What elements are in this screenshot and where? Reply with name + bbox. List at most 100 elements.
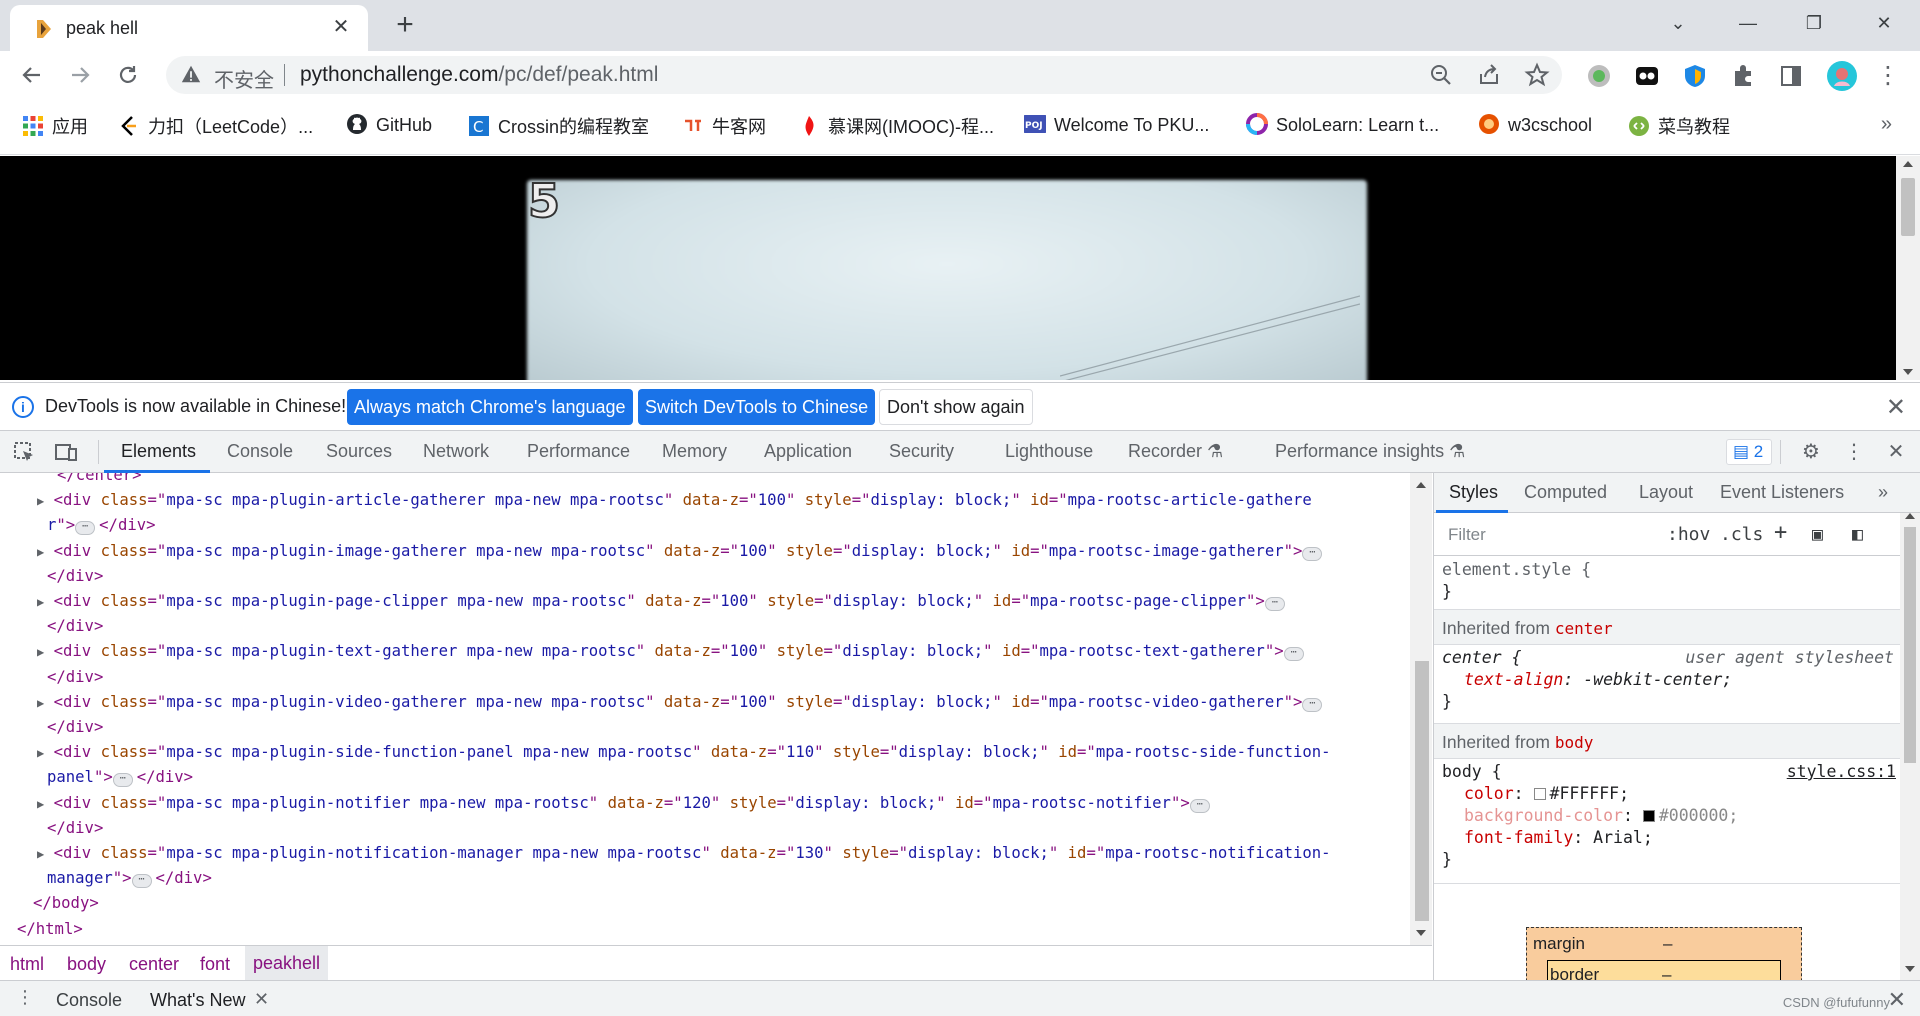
tab-console[interactable]: Console [227, 441, 293, 462]
extension-circle-icon[interactable] [1586, 63, 1612, 89]
scroll-up-arrow-icon[interactable] [1903, 160, 1913, 168]
side-panel-icon[interactable] [1778, 63, 1804, 89]
reload-button[interactable] [112, 59, 144, 91]
close-devtools-icon[interactable]: ✕ [1884, 440, 1908, 464]
paint-brush-icon[interactable]: ▣ [1812, 524, 1823, 545]
issues-badge[interactable]: ▤ 2 [1726, 439, 1772, 465]
profile-avatar[interactable] [1826, 60, 1858, 92]
dom-line-div[interactable]: ▶ <div class="mpa-sc mpa-plugin-side-fun… [37, 740, 1331, 765]
scroll-down-arrow-icon[interactable] [1903, 368, 1913, 376]
class-toggle[interactable]: .cls [1720, 524, 1763, 545]
always-match-language-button[interactable]: Always match Chrome's language [347, 389, 633, 425]
infobar-close-icon[interactable]: ✕ [1886, 393, 1906, 422]
inherited-selector-body[interactable]: body [1555, 733, 1594, 752]
security-label[interactable]: 不安全 [214, 64, 274, 93]
dom-line-div-close[interactable]: </div> [47, 614, 103, 639]
tab-recorder[interactable]: Recorder ⚗ [1128, 441, 1223, 462]
extensions-puzzle-icon[interactable] [1730, 63, 1756, 89]
bookmarks-overflow-chevron-icon[interactable]: » [1881, 113, 1892, 136]
breadcrumb-body[interactable]: body [67, 954, 106, 975]
minimize-button[interactable]: — [1726, 8, 1770, 38]
inspect-element-icon[interactable] [12, 440, 36, 464]
tab-styles[interactable]: Styles [1449, 482, 1498, 503]
device-toolbar-icon[interactable] [54, 440, 78, 464]
box-model-margin[interactable]: margin – border – [1526, 927, 1802, 980]
more-tabs-chevron-icon[interactable]: » [1878, 482, 1888, 503]
white-color-swatch[interactable] [1533, 788, 1546, 800]
elements-scrollbar-thumb[interactable] [1415, 661, 1429, 921]
collapsed-ellipsis-icon[interactable]: ⋯ [131, 874, 152, 889]
scroll-down-arrow-icon[interactable] [1416, 929, 1426, 937]
drawer-tab-whats-new[interactable]: What's New [150, 990, 245, 1011]
body-color-decl[interactable]: color: #FFFFFF; [1464, 783, 1629, 805]
style-css-source-link[interactable]: style.css:1 [1787, 761, 1896, 783]
new-style-rule-plus-icon[interactable]: + [1774, 520, 1787, 545]
dom-line-div[interactable]: ▶ <div class="mpa-sc mpa-plugin-text-gat… [37, 639, 1304, 664]
collapsed-ellipsis-icon[interactable]: ⋯ [1283, 647, 1304, 662]
devtools-menu-icon[interactable]: ⋮ [1842, 440, 1866, 464]
tab-lighthouse[interactable]: Lighthouse [1005, 441, 1093, 462]
element-style-selector[interactable]: element.style { [1442, 559, 1591, 581]
page-scrollbar[interactable] [1896, 156, 1920, 380]
tab-sources[interactable]: Sources [326, 441, 392, 462]
dom-line-div[interactable]: ▶ <div class="mpa-sc mpa-plugin-video-ga… [37, 690, 1323, 715]
dom-line-div-cont[interactable]: panel"> ⋯ </div> [47, 765, 193, 790]
bookmark-apps[interactable]: 应用 [22, 113, 88, 139]
tab-security[interactable]: Security [889, 441, 954, 462]
page-scrollbar-thumb[interactable] [1901, 178, 1915, 236]
drawer-tab-console[interactable]: Console [56, 990, 122, 1011]
bookmark-leetcode[interactable]: 力扣（LeetCode）... [118, 113, 313, 139]
bookmark-crossin[interactable]: C Crossin的编程教室 [468, 113, 649, 139]
tab-search-chevron-icon[interactable]: ⌄ [1656, 8, 1700, 38]
scroll-down-arrow-icon[interactable] [1905, 965, 1915, 973]
body-font-family-decl[interactable]: font-family: Arial; [1464, 827, 1653, 849]
collapsed-ellipsis-icon[interactable]: ⋯ [75, 521, 96, 536]
chrome-menu-icon[interactable]: ⋮ [1872, 60, 1904, 92]
collapsed-ellipsis-icon[interactable]: ⋯ [112, 773, 133, 788]
bookmark-runoob[interactable]: 菜鸟教程 [1628, 113, 1730, 139]
scroll-up-arrow-icon[interactable] [1905, 512, 1915, 520]
scroll-up-arrow-icon[interactable] [1416, 481, 1426, 489]
drawer-menu-icon[interactable]: ⋮ [16, 987, 34, 1008]
black-color-swatch[interactable] [1642, 810, 1655, 822]
body-background-color-decl[interactable]: background-color: #000000; [1464, 805, 1738, 827]
tab-event-listeners[interactable]: Event Listeners [1720, 482, 1844, 503]
hover-state-toggle[interactable]: :hov [1667, 524, 1710, 545]
extension-glasses-icon[interactable] [1634, 63, 1660, 89]
collapsed-ellipsis-icon[interactable]: ⋯ [1264, 597, 1285, 611]
new-tab-button[interactable]: + [390, 10, 420, 41]
settings-gear-icon[interactable]: ⚙ [1799, 440, 1823, 464]
bookmark-sololearn[interactable]: SoloLearn: Learn t... [1246, 113, 1439, 139]
toggle-sidebar-icon[interactable]: ◧ [1852, 524, 1863, 545]
collapsed-ellipsis-icon[interactable]: ⋯ [1302, 546, 1323, 561]
bookmark-poj[interactable]: POJ Welcome To PKU... [1024, 113, 1209, 139]
url-text[interactable]: pythonchallenge.com/pc/def/peak.html [300, 63, 658, 87]
breadcrumb-center[interactable]: center [129, 954, 179, 975]
breadcrumb-peakhell[interactable]: peakhell [245, 946, 329, 980]
dom-line-div[interactable]: ▶ <div class="mpa-sc mpa-plugin-image-ga… [37, 539, 1323, 564]
close-window-button[interactable]: ✕ [1862, 8, 1906, 38]
elements-scrollbar[interactable] [1410, 473, 1432, 945]
box-model-border-value[interactable]: – [1662, 965, 1671, 980]
address-bar[interactable]: 不安全 pythonchallenge.com/pc/def/peak.html [166, 56, 1562, 94]
close-drawer-icon[interactable]: ✕ [1888, 987, 1906, 1013]
styles-filter-input[interactable]: Filter [1440, 520, 1650, 550]
bookmark-imooc[interactable]: 慕课网(IMOOC)-程... [798, 113, 994, 139]
close-whats-new-icon[interactable]: ✕ [254, 989, 269, 1010]
styles-scrollbar[interactable] [1900, 513, 1920, 980]
dom-line-div-close[interactable]: </div> [47, 665, 103, 690]
inherited-selector-center[interactable]: center [1555, 619, 1613, 638]
share-icon[interactable] [1476, 62, 1502, 88]
tab-close-icon[interactable]: ✕ [328, 14, 354, 40]
back-button[interactable] [16, 59, 48, 91]
dom-line-center-close[interactable]: </center> [57, 473, 142, 488]
tab-layout[interactable]: Layout [1639, 482, 1693, 503]
dom-line-body-close[interactable]: </body> [33, 891, 99, 916]
tab-performance[interactable]: Performance [527, 441, 630, 462]
dom-line-div[interactable]: ▶ <div class="mpa-sc mpa-plugin-page-cli… [37, 589, 1285, 614]
dont-show-again-button[interactable]: Don't show again [879, 389, 1033, 425]
tab-computed[interactable]: Computed [1524, 482, 1607, 503]
tab-network[interactable]: Network [423, 441, 489, 462]
browser-tab[interactable]: peak hell ✕ [10, 5, 368, 51]
tab-application[interactable]: Application [764, 441, 852, 462]
